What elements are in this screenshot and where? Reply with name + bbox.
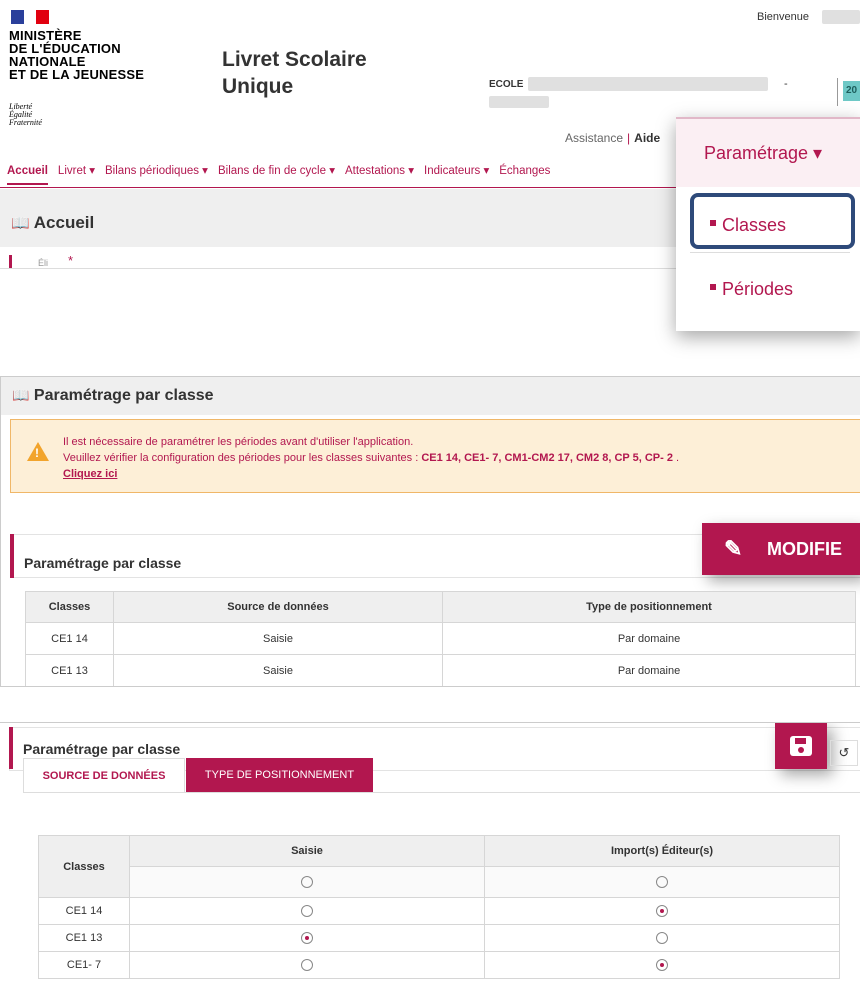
school-name-redacted [528, 77, 768, 91]
select-all-row [39, 866, 840, 898]
select-all-import-radio[interactable] [656, 876, 668, 889]
select-all-saisie-radio[interactable] [301, 876, 313, 889]
table-row[interactable]: CE1 13 Saisie Par domaine [25, 654, 856, 686]
edit-panel: Paramétrage par classe ↺ SOURCE DE DONNÉ… [0, 722, 860, 992]
nav-underline [0, 187, 686, 188]
click-here-link[interactable]: Cliquez ici [63, 466, 679, 482]
menu-item-periodes[interactable]: Périodes [710, 279, 793, 300]
panel-heading: 📖 Paramétrage par classe [12, 387, 214, 405]
nav-echanges[interactable]: Échanges [499, 157, 550, 185]
republic-flag-logo [11, 10, 49, 24]
nav-bilans-periodiques[interactable]: Bilans périodiques ▾ [105, 157, 208, 185]
table-row: CE1- 7 [38, 951, 840, 979]
accueil-accent-bar [9, 255, 12, 268]
tab-underline [23, 792, 860, 793]
required-star: * [68, 253, 74, 268]
parametrage-menu[interactable]: Paramétrage ▾ [676, 117, 860, 187]
save-button[interactable] [775, 723, 827, 769]
col-saisie: Saisie [129, 835, 485, 867]
accueil-field-hint: Éli [38, 258, 49, 268]
accueil-title-bar [0, 189, 686, 247]
parametrage-panel: 📖 Paramétrage par classe ! Il est nécess… [0, 376, 860, 687]
parametrage-label: Paramétrage ▾ [704, 143, 823, 163]
modify-button[interactable]: ✎ MODIFIE [702, 523, 860, 575]
col-source: Source de données [113, 591, 443, 623]
floppy-disk-icon [790, 736, 812, 756]
table-header-row: Classes Source de données Type de positi… [25, 591, 856, 623]
book-icon: 📖 [11, 215, 30, 232]
tab-type-positionnement[interactable]: TYPE DE POSITIONNEMENT [186, 758, 373, 792]
school-code-redacted [489, 96, 549, 108]
menu-divider [690, 252, 850, 253]
header-divider [837, 78, 838, 106]
col-classes: Classes [38, 835, 130, 898]
table-row: CE1 14 [38, 897, 840, 925]
undo-button[interactable]: ↺ [830, 740, 858, 766]
source-table: Classes Saisie Import(s) Éditeur(s) CE1 … [38, 835, 840, 979]
parametrage-dropdown: Paramétrage ▾ Classes Périodes [676, 117, 860, 331]
nav-indicateurs[interactable]: Indicateurs ▾ [424, 157, 489, 185]
welcome-text: Bienvenue [757, 11, 809, 23]
section-title: Paramétrage par classe [24, 555, 182, 571]
undo-icon: ↺ [838, 745, 850, 760]
year-badge[interactable]: 20 [843, 81, 860, 101]
bullet-icon [710, 284, 716, 291]
warning-text: Il est nécessaire de paramétrer les péri… [63, 436, 680, 482]
app-title: Livret Scolaire Unique [222, 48, 367, 98]
nav-accueil[interactable]: Accueil [7, 157, 48, 185]
nav-bilans-fin-cycle[interactable]: Bilans de fin de cycle ▾ [218, 157, 335, 185]
ministry-name: MINISTÈRE DE L'ÉDUCATION NATIONALE ET DE… [9, 28, 145, 82]
table-row[interactable]: CE1 14 Saisie Par domaine [25, 622, 856, 655]
saisie-radio[interactable] [301, 932, 313, 945]
republic-motto: Liberté Égalité Fraternité [9, 102, 42, 127]
nav-attestations[interactable]: Attestations ▾ [345, 157, 414, 185]
section-title: Paramétrage par classe [23, 741, 181, 757]
classes-highlight [690, 193, 855, 249]
import-radio[interactable] [656, 959, 668, 972]
user-name-redacted [822, 10, 860, 24]
help-links: Assistance | Aide [565, 131, 661, 145]
table-row: CE1 13 [38, 924, 840, 952]
import-radio[interactable] [656, 932, 668, 945]
main-nav: Accueil Livret ▾ Bilans périodiques ▾ Bi… [0, 157, 707, 185]
accueil-heading: 📖 Accueil [11, 213, 94, 233]
book-icon: 📖 [12, 387, 30, 403]
col-classes: Classes [25, 591, 114, 623]
saisie-radio[interactable] [301, 905, 313, 918]
tab-source-donnees[interactable]: SOURCE DE DONNÉES [23, 758, 185, 793]
aide-link[interactable]: Aide [634, 131, 660, 145]
page-title: Paramétrage par classe [33, 387, 214, 404]
school-label: ECOLE [489, 79, 524, 90]
warning-alert: ! Il est nécessaire de paramétrer les pé… [10, 419, 860, 493]
col-import: Import(s) Éditeur(s) [484, 835, 840, 867]
page-title: Accueil [33, 213, 95, 232]
assistance-link[interactable]: Assistance [565, 131, 623, 145]
section-accent-bar [10, 534, 14, 578]
table-header-row: Classes Saisie Import(s) Éditeur(s) [38, 835, 840, 898]
school-dash: - [784, 78, 788, 90]
col-type: Type de positionnement [442, 591, 856, 623]
classes-table: Classes Source de données Type de positi… [25, 591, 856, 686]
import-radio[interactable] [656, 905, 668, 918]
pencil-icon: ✎ [724, 536, 743, 561]
section-accent-bar [9, 727, 13, 769]
warning-icon: ! [27, 442, 49, 461]
saisie-radio[interactable] [301, 959, 313, 972]
nav-livret[interactable]: Livret ▾ [58, 157, 95, 185]
